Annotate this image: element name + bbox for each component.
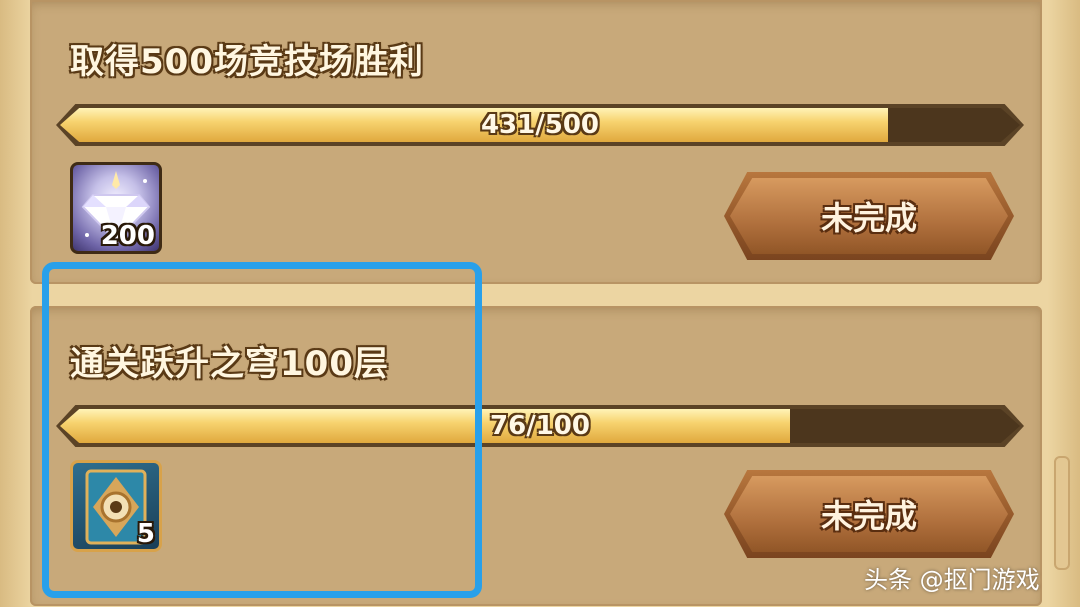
progress-bar: 431/500	[56, 104, 1024, 146]
highlight-box	[42, 262, 482, 598]
watermark: 头条 @抠门游戏	[864, 566, 1040, 594]
quest-card: 取得500场竞技场胜利 431/500 200 未完成	[30, 0, 1042, 284]
status-button[interactable]: 未完成	[724, 470, 1014, 558]
status-button[interactable]: 未完成	[724, 172, 1014, 260]
status-button-label: 未完成	[820, 199, 917, 237]
quest-title: 取得500场竞技场胜利	[70, 42, 424, 82]
reward-count: 200	[100, 221, 155, 251]
progress-text: 431/500	[480, 110, 600, 140]
status-button-label: 未完成	[820, 497, 917, 535]
scrollbar[interactable]	[1054, 456, 1070, 570]
reward-item[interactable]: 200	[70, 162, 162, 254]
